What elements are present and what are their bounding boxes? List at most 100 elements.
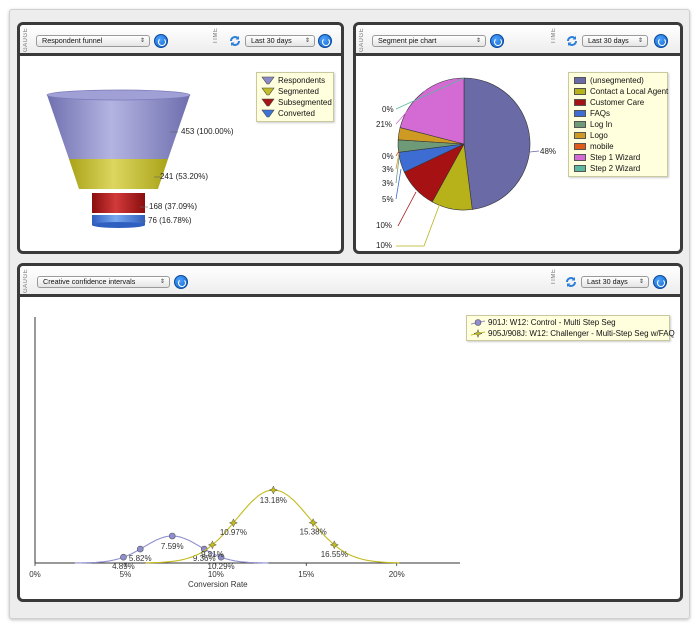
- gauge-label: GAUGE: [23, 27, 29, 52]
- legend-label: mobile: [590, 142, 614, 151]
- gauge-select[interactable]: Respondent funnel ⇕: [36, 35, 150, 47]
- time-go-button[interactable]: [654, 34, 668, 48]
- data-point: [120, 553, 127, 561]
- data-label: 13.18%: [260, 496, 287, 505]
- time-label: TIME: [551, 269, 557, 286]
- x-tick-label: 10%: [208, 570, 224, 579]
- funnel-segment-subsegmented: [92, 193, 145, 213]
- data-label: 10.97%: [220, 528, 247, 537]
- funnel-marker-icon: [261, 76, 275, 85]
- funnel-value-subsegmented: 168 (37.09%): [149, 202, 198, 211]
- funnel-value-segmented: 241 (53.20%): [160, 172, 209, 181]
- gauge-go-button[interactable]: [490, 34, 504, 48]
- time-select-value: Last 30 days: [587, 277, 628, 286]
- refresh-icon[interactable]: [565, 34, 579, 48]
- select-arrows-icon: ⇕: [139, 38, 145, 44]
- refresh-icon[interactable]: [228, 34, 242, 48]
- gauge-select-value: Creative confidence intervals: [43, 277, 136, 286]
- x-tick-label: 5%: [120, 570, 132, 579]
- confidence-legend: 901J: W12: Control - Multi Step Seg 905J…: [466, 315, 675, 341]
- refresh-icon[interactable]: [564, 275, 578, 289]
- funnel-legend: Respondents Segmented Subsegmented Conve…: [256, 72, 334, 122]
- data-point: [268, 485, 278, 495]
- legend-item: Respondents: [257, 75, 333, 86]
- legend-label: Step 2 Wizard: [590, 164, 641, 173]
- gauge-select[interactable]: Segment pie chart ⇕: [372, 35, 486, 47]
- pie-slice-label: 0%: [382, 105, 394, 114]
- legend-item: Contact a Local Agent: [569, 86, 669, 97]
- pie-panel: GAUGE Segment pie chart ⇕ TIME Last 30 da…: [353, 22, 683, 254]
- gauge-select[interactable]: Creative confidence intervals ⇕: [37, 276, 170, 288]
- time-select-value: Last 30 days: [251, 36, 292, 45]
- time-go-button[interactable]: [653, 275, 667, 289]
- gauge-go-button[interactable]: [154, 34, 168, 48]
- legend-item: Segmented: [257, 86, 333, 97]
- pie-slice-label: 48%: [540, 147, 556, 156]
- time-label: TIME: [213, 28, 219, 45]
- pie-slice: [463, 77, 531, 210]
- funnel-value-respondents: 453 (100.00%): [181, 127, 234, 136]
- legend-item: Subsegmented: [257, 97, 333, 108]
- data-point: [136, 545, 144, 553]
- data-label: 15.38%: [300, 528, 327, 537]
- legend-swatch: [574, 99, 586, 106]
- legend-item: Customer Care: [569, 97, 667, 108]
- legend-label: Contact a Local Agent: [590, 87, 669, 96]
- legend-item: Step 1 Wizard: [569, 152, 667, 163]
- x-axis-title: Conversion Rate: [188, 580, 248, 589]
- confidence-toolbar: GAUGE Creative confidence intervals ⇕ TIM…: [20, 266, 680, 297]
- gauge-label: GAUGE: [359, 27, 365, 52]
- funnel-marker-icon: [261, 87, 275, 96]
- legend-item: FAQs: [569, 108, 667, 119]
- time-select[interactable]: Last 30 days ⇕: [582, 35, 648, 47]
- pie-slice-label: 3%: [382, 179, 394, 188]
- legend-swatch: [574, 110, 586, 117]
- legend-item: Logo: [569, 130, 667, 141]
- time-select[interactable]: Last 30 days ⇕: [581, 276, 649, 288]
- funnel-toolbar: GAUGE Respondent funnel ⇕ TIME Last 30 da…: [20, 25, 341, 56]
- time-select-value: Last 30 days: [588, 36, 629, 45]
- pie-leader-line: [397, 191, 417, 227]
- funnel-segment-segmented: [69, 159, 168, 189]
- time-go-button[interactable]: [318, 34, 332, 48]
- pie-slice-label: 5%: [382, 195, 394, 204]
- funnel-segment-respondents: [46, 89, 191, 159]
- legend-item: Log In: [569, 119, 667, 130]
- legend-swatch: [574, 88, 586, 95]
- legend-swatch: [574, 132, 586, 139]
- gauge-label: GAUGE: [23, 268, 29, 293]
- data-point: [168, 532, 176, 540]
- legend-item: Converted: [257, 108, 333, 119]
- pie-leader-line: [529, 150, 540, 153]
- x-tick-label: 15%: [298, 570, 314, 579]
- time-select[interactable]: Last 30 days ⇕: [245, 35, 315, 47]
- time-label: TIME: [551, 28, 557, 45]
- legend-item: mobile: [569, 141, 667, 152]
- funnel-panel: GAUGE Respondent funnel ⇕ TIME Last 30 da…: [17, 22, 344, 254]
- data-label: 4.89%: [112, 562, 135, 571]
- pie-toolbar: GAUGE Segment pie chart ⇕ TIME Last 30 da…: [356, 25, 680, 56]
- legend-item: 901J: W12: Control - Multi Step Seg: [467, 317, 669, 328]
- circle-marker-icon: [471, 319, 485, 326]
- x-tick-label: 20%: [389, 570, 405, 579]
- data-label: 5.82%: [129, 554, 152, 563]
- legend-swatch: [574, 77, 586, 84]
- gauge-go-button[interactable]: [174, 275, 188, 289]
- pie-leader-line: [396, 197, 443, 247]
- star-marker-icon: [471, 329, 485, 338]
- pie-slice-label: 3%: [382, 165, 394, 174]
- data-label: 10.29%: [208, 562, 235, 571]
- legend-label: Step 1 Wizard: [590, 153, 641, 162]
- select-arrows-icon: ⇕: [638, 279, 644, 285]
- legend-swatch: [574, 143, 586, 150]
- pie-slice-label: 21%: [376, 120, 392, 129]
- legend-item: (unsegmented): [569, 75, 667, 86]
- x-tick-label: 0%: [29, 570, 41, 579]
- legend-label: Customer Care: [590, 98, 645, 107]
- select-arrows-icon: ⇕: [159, 279, 165, 285]
- legend-label: Log In: [590, 120, 613, 129]
- data-label: 9.81%: [201, 550, 224, 559]
- legend-item: Step 2 Wizard: [569, 163, 667, 174]
- pie-slice-label: 10%: [376, 221, 392, 230]
- gauge-select-value: Segment pie chart: [378, 36, 437, 45]
